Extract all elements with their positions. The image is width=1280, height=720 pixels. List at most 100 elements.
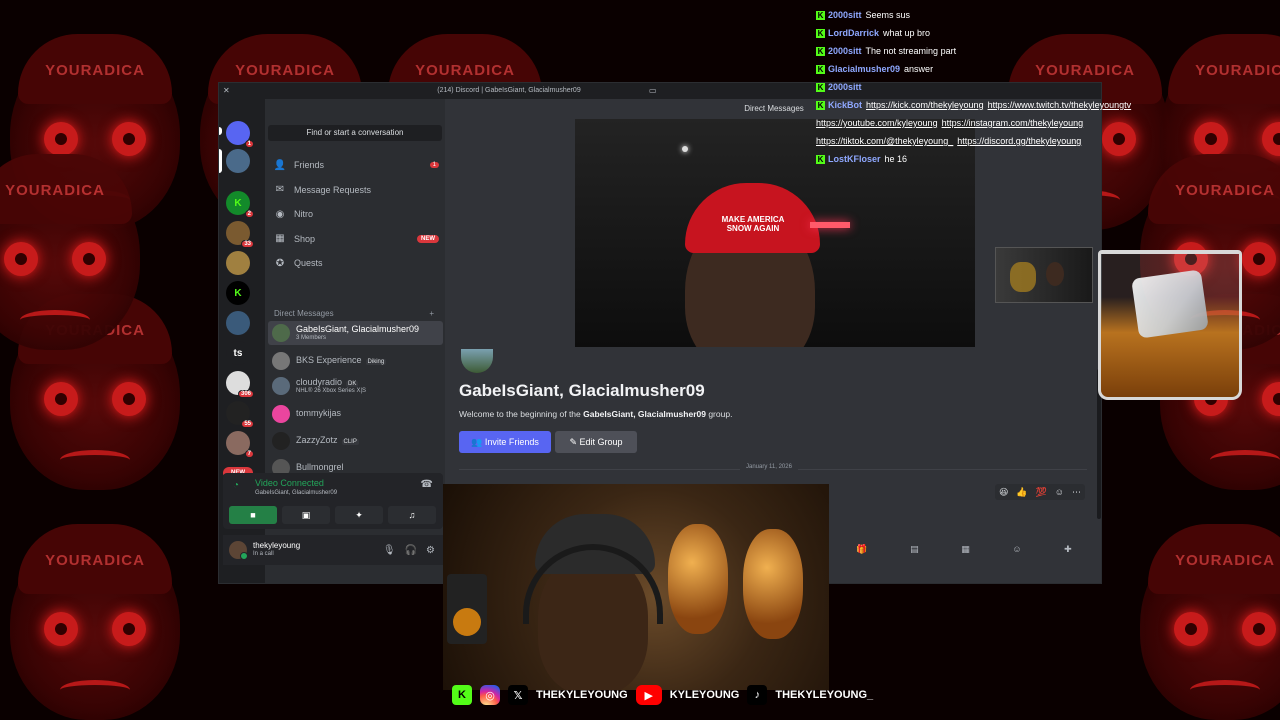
- hundred-icon[interactable]: 💯: [1036, 487, 1047, 498]
- chat-username[interactable]: 2000sitt: [828, 42, 862, 60]
- activities-button[interactable]: ✦: [335, 506, 383, 524]
- server-item[interactable]: [226, 251, 250, 275]
- unread-badge: 55: [241, 420, 254, 428]
- chat-username[interactable]: 2000sitt: [828, 6, 862, 24]
- server-item[interactable]: 306: [226, 371, 254, 398]
- dm-text: tommykijas: [296, 408, 342, 419]
- quests-icon: ✪: [275, 257, 285, 269]
- thumbs-up-icon[interactable]: 👍: [1016, 487, 1027, 498]
- chat-username[interactable]: LostKFloser: [828, 150, 881, 168]
- social-handle: KYLEYOUNG: [669, 689, 740, 701]
- server-item[interactable]: 7: [226, 431, 254, 458]
- nav-item-message-requests[interactable]: ✉ Message Requests: [273, 180, 439, 200]
- avatar[interactable]: [229, 541, 248, 560]
- webcam-overlay: [443, 484, 829, 690]
- dm-name-row: ZazzyZotz CLIP: [296, 435, 359, 446]
- dm-item[interactable]: tommykijas: [268, 402, 443, 426]
- headphones-icon[interactable]: 🎧: [405, 545, 417, 556]
- chat-text: Seems sus: [865, 10, 911, 20]
- sticker-icon[interactable]: ▦: [961, 544, 970, 560]
- gift-icon[interactable]: 🎁: [856, 544, 867, 560]
- chat-message: K 2000sitt The not streaming part: [816, 42, 1276, 60]
- chat-username[interactable]: Glacialmusher09: [828, 60, 900, 78]
- mouth: [60, 450, 130, 470]
- cap-text: YOURADICA: [45, 62, 145, 79]
- server-item[interactable]: K: [226, 281, 250, 305]
- youtube-icon: ▶: [635, 685, 662, 705]
- eye: [1262, 382, 1280, 416]
- dm-item[interactable]: ZazzyZotz CLIP: [268, 429, 443, 453]
- emoji-icon[interactable]: 😆: [999, 487, 1008, 498]
- red-hat: MAKE AMERICA SNOW AGAIN: [685, 183, 820, 253]
- invite-friends-button[interactable]: 👥 Invite Friends: [459, 431, 551, 453]
- screen-share-button[interactable]: ▣: [282, 506, 330, 524]
- edit-group-button[interactable]: ✎ Edit Group: [555, 431, 637, 453]
- kick-badge-icon: K: [816, 64, 825, 74]
- eye: [44, 612, 78, 646]
- chat-link[interactable]: https://discord.gg/thekyleyoung: [957, 132, 1081, 150]
- plus-icon[interactable]: +: [429, 309, 434, 318]
- dm-name-row: tommykijas: [296, 408, 342, 419]
- dm-name: tommykijas: [296, 408, 342, 419]
- chat-link[interactable]: https://instagram.com/thekyleyoung: [942, 114, 1084, 132]
- soundboard-icon: ♫: [408, 510, 416, 520]
- emoji-picker-icon[interactable]: ☺: [1012, 544, 1021, 560]
- chat-username[interactable]: LordDarrick: [828, 24, 879, 42]
- server-item[interactable]: [226, 311, 250, 335]
- cap-text: YOURADICA: [45, 552, 145, 569]
- microphone-icon[interactable]: 🎙: [383, 545, 396, 556]
- server-item[interactable]: 1: [226, 121, 254, 148]
- nav-item-friends[interactable]: 👤 Friends 1: [273, 155, 439, 175]
- avatar: [272, 324, 290, 342]
- server-item[interactable]: K2: [226, 191, 254, 218]
- eye: [44, 382, 78, 416]
- disconnect-icon[interactable]: ☎: [421, 479, 433, 490]
- dm-item[interactable]: GabeIsGiant, Glacialmusher09 3 Members: [268, 321, 443, 345]
- chat-link[interactable]: https://youtube.com/kyleyoung: [816, 114, 938, 132]
- cap-text: YOURADICA: [1175, 552, 1275, 569]
- server-item[interactable]: ts: [226, 341, 250, 365]
- chat-link[interactable]: https://www.twitch.tv/thekyleyoungtv: [988, 96, 1132, 114]
- video-tile-pip[interactable]: [995, 247, 1093, 303]
- chat-message: https://tiktok.com/@thekyleyoung_ https:/…: [816, 132, 1276, 150]
- close-icon[interactable]: ✕: [223, 83, 230, 99]
- tiktok-icon: ♪: [747, 685, 768, 705]
- server-item[interactable]: 33: [226, 221, 254, 248]
- mouth: [1210, 450, 1280, 470]
- more-icon[interactable]: ⋯: [1072, 487, 1081, 498]
- gif-icon[interactable]: ▤: [910, 544, 919, 560]
- apps-icon[interactable]: ✚: [1064, 544, 1072, 560]
- ice-cube: [1131, 269, 1209, 339]
- eye: [44, 122, 78, 156]
- nav-label: Shop: [294, 233, 316, 244]
- dm-item[interactable]: BKS Experience Diking: [268, 349, 443, 373]
- dm-text: GabeIsGiant, Glacialmusher09 3 Members: [296, 324, 419, 341]
- add-reaction-icon[interactable]: ☺: [1055, 487, 1064, 497]
- soundboard-button[interactable]: ♫: [388, 506, 436, 524]
- server-item[interactable]: 55: [226, 401, 254, 428]
- nav-item-quests[interactable]: ✪ Quests: [273, 253, 439, 273]
- window-title: (214) Discord | GabeIsGiant, Glacialmush…: [437, 87, 581, 94]
- cap: YOURADICA: [18, 34, 172, 104]
- kick-badge-icon: K: [816, 154, 825, 164]
- dm-section-header: Direct Messages +: [274, 309, 434, 318]
- search-input[interactable]: Find or start a conversation: [268, 125, 442, 141]
- kick-badge-icon: K: [816, 100, 825, 110]
- dm-item[interactable]: cloudyradio DK NHL® 26 Xbox Series X|S: [268, 374, 443, 398]
- chat-username[interactable]: 2000sitt: [828, 78, 862, 96]
- avatar: [272, 432, 290, 450]
- camera-button[interactable]: ■: [229, 506, 277, 524]
- avatar: [272, 352, 290, 370]
- server-item[interactable]: [226, 149, 250, 173]
- unread-badge: 7: [244, 450, 254, 458]
- chat-username[interactable]: KickBot: [828, 96, 862, 114]
- nav-item-nitro[interactable]: ◉ Nitro: [273, 204, 439, 224]
- dm-name-row: BKS Experience Diking: [296, 355, 387, 366]
- chat-link[interactable]: https://tiktok.com/@thekyleyoung_: [816, 132, 953, 150]
- chat-link[interactable]: https://kick.com/thekyleyoung: [866, 96, 984, 114]
- cap: YOURADICA: [1148, 524, 1280, 594]
- nav-item-shop[interactable]: ▦ Shop NEW: [273, 229, 439, 249]
- kick-server-icon: K: [234, 197, 242, 209]
- chat-message: K LostKFloser he 16: [816, 150, 1276, 168]
- gear-icon[interactable]: ⚙: [426, 545, 435, 556]
